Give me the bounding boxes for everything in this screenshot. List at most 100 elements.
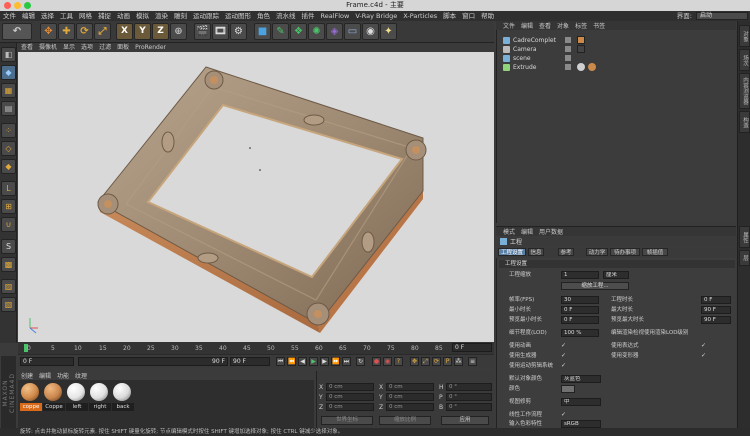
key-position-icon[interactable]: ✥ [410,357,419,366]
view-clipping-select[interactable]: 中 [561,398,601,406]
preview-end-field[interactable]: 90 F [230,357,270,366]
tab-dynamics[interactable]: 动力学 [586,248,608,256]
use-motion-system-checkbox[interactable]: ✓ [561,363,567,369]
object-row[interactable]: scene [499,54,735,63]
y-axis-icon[interactable]: Y [134,23,151,40]
size-z-field[interactable]: 0 cm [386,403,434,411]
tab-interpolation[interactable]: 帧插值 [642,248,668,256]
pen-icon[interactable]: ✎ [272,23,289,40]
material-item[interactable]: coppe [20,383,42,411]
make-editable-icon[interactable]: ◧ [1,47,16,62]
edges-mode-icon[interactable]: ◇ [1,141,16,156]
camera-icon[interactable]: ◉ [362,23,379,40]
viewport-menu-prorender[interactable]: ProRender [132,43,169,52]
render-lod-checkbox[interactable] [723,330,729,336]
timeline-ruler[interactable]: 0 5 10 15 20 25 30 35 40 45 50 55 60 65 … [18,342,494,354]
magnet-icon[interactable]: ∪ [1,217,16,232]
lod-field[interactable]: 100 % [561,329,599,337]
object-menu-bookmarks[interactable]: 书签 [590,21,608,30]
start-frame-field[interactable]: 0 F [20,357,74,366]
go-to-start-icon[interactable]: ⏮ [276,357,285,366]
zoom-window-button[interactable] [24,2,31,9]
visibility-dots-icon[interactable] [565,64,571,70]
material-menu-edit[interactable]: 编辑 [36,371,54,380]
use-generators-checkbox[interactable]: ✓ [561,353,567,359]
menu-window[interactable]: 窗口 [459,11,478,21]
menu-plugins[interactable]: 插件 [299,11,318,21]
paint-icon[interactable]: ▧ [1,297,16,312]
menu-snap[interactable]: 捕捉 [95,11,114,21]
array-icon[interactable]: ✺ [308,23,325,40]
object-row[interactable]: Camera [499,45,735,54]
render-picture-icon[interactable]: 🎞 [212,23,229,40]
rotation-h-field[interactable]: 0 ° [446,383,492,391]
object-menu-objects[interactable]: 对象 [554,21,572,30]
go-to-end-icon[interactable]: ⏭ [342,357,351,366]
key-param-icon[interactable]: P [443,357,452,366]
fps-field[interactable]: 30 [561,296,599,304]
attr-menu-edit[interactable]: 编辑 [518,227,536,236]
next-frame-icon[interactable]: ▶ [320,357,329,366]
object-row[interactable]: CadreComplet [499,36,735,45]
size-x-field[interactable]: 0 cm [386,383,434,391]
prev-key-icon[interactable]: ⏪ [287,357,296,366]
workplane-icon[interactable]: ▤ [1,101,16,116]
axis-icon[interactable]: L [1,181,16,196]
grid-icon[interactable]: ▩ [1,257,16,272]
record-icon[interactable]: ● [372,357,381,366]
prev-frame-icon[interactable]: ◀ [298,357,307,366]
object-row[interactable]: Extrude [499,63,735,72]
menu-character[interactable]: 角色 [254,11,273,21]
menu-help[interactable]: 帮助 [478,11,497,21]
timeline-icon[interactable]: ≡ [468,357,477,366]
object-menu-edit[interactable]: 编辑 [518,21,536,30]
minimize-window-button[interactable] [14,2,21,9]
menu-vray[interactable]: V-Ray Bridge [352,11,400,21]
snap-icon[interactable]: ⊞ [1,199,16,214]
floor-icon[interactable]: ▭ [344,23,361,40]
tab-info[interactable]: 信息 [528,248,544,256]
model-mode-icon[interactable]: ◆ [1,65,16,80]
section-project-settings[interactable]: 工程设置 [499,260,735,268]
visibility-dots-icon[interactable] [565,46,571,52]
min-time-field[interactable]: 0 F [561,306,599,314]
material-tag-icon[interactable] [588,63,596,71]
loop-icon[interactable]: ↻ [356,357,365,366]
use-animation-checkbox[interactable]: ✓ [561,343,567,349]
menu-realflow[interactable]: RealFlow [318,11,353,21]
side-tab-layers[interactable]: 层 [739,250,750,266]
linear-workflow-checkbox[interactable]: ✓ [561,412,567,418]
layout-select[interactable]: 启动 [696,12,748,20]
side-tab-takes[interactable]: 场次 [739,49,750,71]
menu-select[interactable]: 选择 [38,11,57,21]
visibility-dots-icon[interactable] [565,37,571,43]
menu-pipeline[interactable]: 流水线 [273,11,299,21]
menu-simulate[interactable]: 模拟 [133,11,152,21]
texture-mode-icon[interactable]: ▦ [1,83,16,98]
hatch-icon[interactable]: ▨ [1,279,16,294]
tab-reference[interactable]: 参考 [558,248,574,256]
project-scale-field[interactable]: 1 [561,271,599,279]
visibility-dots-icon[interactable] [565,55,571,61]
z-axis-icon[interactable]: Z [152,23,169,40]
next-key-icon[interactable]: ⏩ [331,357,340,366]
undo-icon[interactable]: ↶ [2,23,32,40]
tag-icon[interactable] [577,36,585,44]
coordinate-space-select[interactable]: 世界坐标 [321,416,373,425]
material-item[interactable]: back [112,383,134,411]
points-mode-icon[interactable]: ⁘ [1,123,16,138]
key-scale-icon[interactable]: ⤢ [421,357,430,366]
x-axis-icon[interactable]: X [116,23,133,40]
preview-min-field[interactable]: 0 F [561,316,599,324]
attr-menu-userdata[interactable]: 用户数据 [536,227,566,236]
keyframe-icon[interactable]: ? [394,357,403,366]
viewport-menu-view[interactable]: 查看 [18,43,36,52]
viewport-menu-filter[interactable]: 过滤 [96,43,114,52]
object-menu-tags[interactable]: 标签 [572,21,590,30]
size-mode-select[interactable]: 缩放比例 [379,416,431,425]
menu-mesh[interactable]: 网格 [76,11,95,21]
menu-edit[interactable]: 编辑 [19,11,38,21]
viewport-menu-camera[interactable]: 摄像机 [36,43,60,52]
current-frame-field[interactable]: 0 F [452,343,492,352]
move-icon[interactable]: ✥ [40,23,57,40]
